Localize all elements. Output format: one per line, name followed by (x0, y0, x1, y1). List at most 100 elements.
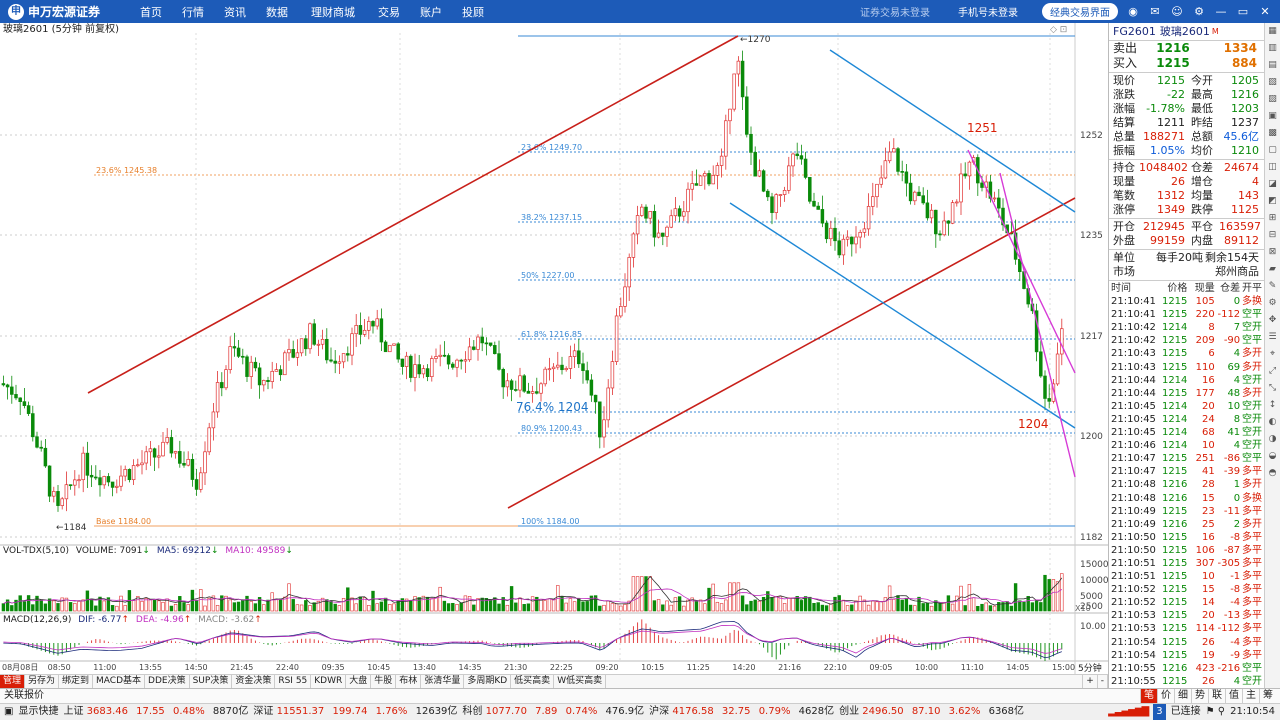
tab-dde[interactable]: DDE决策 (145, 675, 190, 688)
view-button[interactable]: 主 (1242, 689, 1259, 703)
tab-boll[interactable]: 布林 (396, 675, 422, 688)
tool-icon[interactable]: ☰ (1265, 329, 1280, 346)
view-button[interactable]: 价 (1157, 689, 1174, 703)
tool-icon[interactable]: ▣ (1265, 108, 1280, 125)
zoom-in-button[interactable]: + (1082, 675, 1098, 688)
view-button[interactable]: 筹 (1259, 689, 1276, 703)
tab-bind[interactable]: 绑定到 (59, 675, 94, 688)
zoom-out-button[interactable]: - (1098, 675, 1108, 688)
settings-icon[interactable]: ⚙ (1192, 5, 1206, 19)
index-item[interactable]: 上证 3683.46 17.55 0.48% 8870亿 (63, 706, 248, 717)
classic-trade-button[interactable]: 经典交易界面 (1042, 3, 1118, 20)
tool-icon[interactable]: ▰ (1265, 261, 1280, 278)
tool-icon[interactable]: ▩ (1265, 125, 1280, 142)
period-label[interactable]: 5分钟 (1078, 662, 1102, 674)
tab-market[interactable]: 大盘 (346, 675, 372, 688)
volume-bar (1039, 602, 1043, 612)
tool-icon[interactable]: ⊟ (1265, 227, 1280, 244)
record-icon[interactable]: ◉ (1126, 5, 1140, 19)
tool-icon[interactable]: ◒ (1265, 448, 1280, 465)
tab-fund[interactable]: 资金决策 (232, 675, 276, 688)
tool-icon[interactable]: ▧ (1265, 74, 1280, 91)
bid-row[interactable]: 买入 1215 884 (1109, 56, 1264, 71)
menu-data[interactable]: 数据 (256, 4, 298, 20)
candle-body (85, 452, 90, 476)
menu-quotes[interactable]: 行情 (172, 4, 214, 20)
index-item[interactable]: 创业 2496.50 87.10 3.62% 6368亿 (839, 706, 1024, 717)
tab-rsi[interactable]: RSI 55 (275, 675, 312, 688)
menu-account[interactable]: 账户 (410, 4, 452, 20)
kline-chart[interactable]: 玻璃2601 (5分钟 前复权) ⚙ ◇ ⊡ 23.6% 1249.70 38.… (0, 22, 1109, 674)
minimize-icon[interactable]: — (1214, 5, 1228, 19)
index-item[interactable]: 沪深 4176.58 32.75 0.79% 4628亿 (649, 706, 834, 717)
view-button[interactable]: 势 (1191, 689, 1208, 703)
index-item[interactable]: 深证 11551.37 199.74 1.76% 12639亿 (253, 706, 457, 717)
tool-icon[interactable]: ↕ (1265, 397, 1280, 414)
candle-body (593, 394, 598, 403)
chart-expand-icon[interactable]: ◇ ⊡ (1050, 25, 1067, 35)
tab-zqh[interactable]: 张清华量 (421, 675, 465, 688)
phone-login-link[interactable]: 手机号未登录 (958, 4, 1018, 19)
candle-body (362, 329, 367, 335)
shortcut-icon[interactable]: ▣ (4, 704, 13, 720)
tool-icon[interactable]: ⤡ (1265, 380, 1280, 397)
ask-row[interactable]: 卖出 1216 1334 (1109, 41, 1264, 56)
index-ticker[interactable]: 上证 3683.46 17.55 0.48% 8870亿 深证 11551.37 … (63, 704, 1029, 720)
tool-icon[interactable]: ⚙ (1265, 295, 1280, 312)
tab-w-buy-low[interactable]: W低买高卖 (554, 675, 607, 688)
volume-bar (77, 601, 81, 612)
tool-icon[interactable]: ▦ (1265, 23, 1280, 40)
user-icon[interactable]: ☺ (1170, 5, 1184, 19)
tool-icon[interactable]: ▥ (1265, 40, 1280, 57)
tool-icon[interactable]: ◫ (1265, 159, 1280, 176)
view-button[interactable]: 细 (1174, 689, 1191, 703)
tab-bull[interactable]: 牛股 (371, 675, 397, 688)
view-button[interactable]: 联 (1208, 689, 1225, 703)
tab-macd[interactable]: MACD基本 (93, 675, 146, 688)
tool-icon[interactable]: ◪ (1265, 176, 1280, 193)
tool-icon[interactable]: ⌖ (1265, 346, 1280, 363)
candle-body (581, 363, 585, 371)
kline-chart-area[interactable]: 玻璃2601 (5分钟 前复权) ⚙ ◇ ⊡ 23.6% 1249.70 38.… (0, 22, 1109, 674)
tool-icon[interactable]: ⊠ (1265, 244, 1280, 261)
tick-list[interactable]: 21:10:41 1215 105 0 多换 21:10:41 1215 220 -112 空平 2… (1109, 295, 1264, 688)
link-quote-label[interactable]: 关联报价 (4, 690, 44, 701)
tab-manage[interactable]: 管理 (0, 675, 26, 688)
tool-icon[interactable]: ⤢ (1265, 363, 1280, 380)
menu-home[interactable]: 首页 (130, 4, 172, 20)
tab-kdwr[interactable]: KDWR (311, 675, 347, 688)
menu-trade[interactable]: 交易 (368, 4, 410, 20)
tool-icon[interactable]: ◐ (1265, 414, 1280, 431)
tool-icon[interactable]: ◓ (1265, 465, 1280, 482)
candle-body (371, 321, 375, 327)
tool-icon[interactable]: ▨ (1265, 91, 1280, 108)
tool-icon[interactable]: ✥ (1265, 312, 1280, 329)
message-icon[interactable]: ✉ (1148, 5, 1162, 19)
tab-buy-low[interactable]: 低买高卖 (511, 675, 555, 688)
menu-advisor[interactable]: 投顾 (452, 4, 494, 20)
menu-wealth-mall[interactable]: 理财商城 (298, 4, 368, 20)
tool-icon[interactable]: ◩ (1265, 193, 1280, 210)
chart-title-gear-icon[interactable]: ⚙ (96, 25, 104, 35)
tab-multi-kd[interactable]: 多周期KD (464, 675, 512, 688)
tool-icon[interactable]: ⊞ (1265, 210, 1280, 227)
menu-news[interactable]: 资讯 (214, 4, 256, 20)
close-icon[interactable]: ✕ (1258, 5, 1272, 19)
tab-save-as[interactable]: 另存为 (25, 675, 60, 688)
tool-icon[interactable]: ▢ (1265, 142, 1280, 159)
index-item[interactable]: 科创 1077.70 7.89 0.74% 476.9亿 (462, 706, 644, 717)
volume-bar (31, 604, 35, 612)
shortcut-label[interactable]: 显示快捷 (18, 704, 58, 720)
tick-oi-change: 48 (1227, 387, 1241, 399)
account-hint[interactable]: 证券交易未登录 (860, 4, 930, 19)
volume-bar (749, 600, 753, 612)
connection-status[interactable]: 已连接 (1171, 704, 1201, 720)
view-button[interactable]: 笔 (1140, 689, 1157, 703)
tick-price: 1215 (1161, 571, 1188, 583)
tab-sup[interactable]: SUP决策 (190, 675, 233, 688)
tool-icon[interactable]: ✎ (1265, 278, 1280, 295)
tool-icon[interactable]: ◑ (1265, 431, 1280, 448)
view-button[interactable]: 值 (1225, 689, 1242, 703)
maximize-icon[interactable]: ▭ (1236, 5, 1250, 19)
tool-icon[interactable]: ▤ (1265, 57, 1280, 74)
